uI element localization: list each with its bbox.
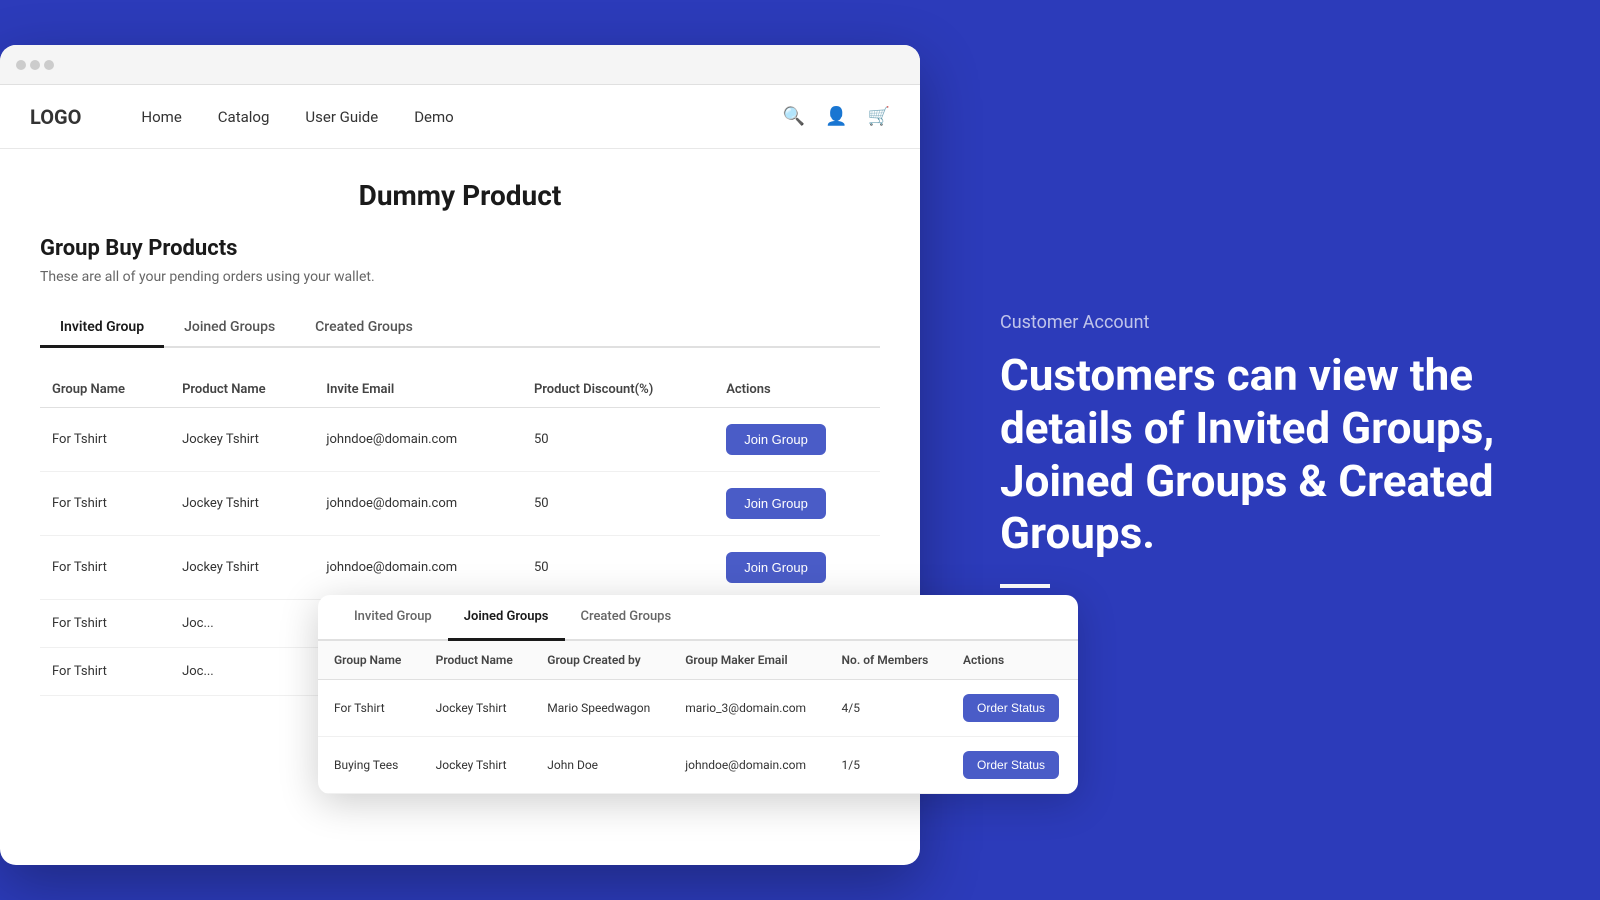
cell-discount: 50 [522,408,714,472]
join-group-button-2[interactable]: Join Group [726,488,826,519]
cell-action: Join Group [714,472,880,536]
right-panel-subtitle: Customer Account [1000,312,1540,333]
join-group-button-3[interactable]: Join Group [726,552,826,583]
nav-links: Home Catalog User Guide Demo [141,108,782,126]
joined-groups-table: Group Name Product Name Group Created by… [318,641,1078,794]
overlay-cell-maker-email: johndoe@domain.com [669,737,825,794]
browser-bar [0,45,920,85]
cell-email: johndoe@domain.com [314,472,522,536]
section-title: Group Buy Products [40,236,880,261]
search-icon[interactable]: 🔍 [783,106,805,127]
cell-product-name: Jockey Tshirt [170,536,314,600]
overlay-col-group-name: Group Name [318,641,420,680]
cell-group-name: For Tshirt [40,536,170,600]
cell-action: Join Group [714,536,880,600]
right-panel-divider [1000,584,1050,588]
cell-product-name: Jockey Tshirt [170,472,314,536]
cell-email: johndoe@domain.com [314,408,522,472]
cell-discount: 50 [522,536,714,600]
col-actions: Actions [714,372,880,408]
cell-group-name: For Tshirt [40,472,170,536]
overlay-col-actions: Actions [947,641,1078,680]
overlay-tab-created-groups[interactable]: Created Groups [565,595,688,641]
cart-icon[interactable]: 🛒 [868,106,890,127]
cell-group-name: For Tshirt [40,600,170,648]
overlay-cell-group-name: Buying Tees [318,737,420,794]
cell-product-name: Joc... [170,600,314,648]
overlay-cell-action: Order Status [947,737,1078,794]
table-row: For Tshirt Jockey Tshirt johndoe@domain.… [40,408,880,472]
overlay-cell-group-name: For Tshirt [318,680,420,737]
overlay-tabs: Invited Group Joined Groups Created Grou… [318,595,1078,641]
cell-product-name: Jockey Tshirt [170,408,314,472]
col-invite-email: Invite Email [314,372,522,408]
browser-dot-1 [16,60,26,70]
cell-group-name: For Tshirt [40,648,170,696]
overlay-tab-invited-group[interactable]: Invited Group [338,595,448,641]
nav-icons: 🔍 👤 🛒 [783,106,890,127]
overlay-table-row: For Tshirt Jockey Tshirt Mario Speedwago… [318,680,1078,737]
col-group-name: Group Name [40,372,170,408]
cell-action: Join Group [714,408,880,472]
cell-discount: 50 [522,472,714,536]
right-panel-main-text: Customers can view the details of Invite… [1000,349,1540,560]
table-row: For Tshirt Jockey Tshirt johndoe@domain.… [40,536,880,600]
cell-email: johndoe@domain.com [314,536,522,600]
overlay-cell-created-by: John Doe [531,737,669,794]
overlay-col-created-by: Group Created by [531,641,669,680]
overlay-cell-members: 4/5 [826,680,947,737]
shop-logo: LOGO [30,105,81,129]
tab-created-groups[interactable]: Created Groups [295,309,433,348]
user-icon[interactable]: 👤 [825,106,847,127]
page-title: Dummy Product [40,179,880,212]
overlay-table-row: Buying Tees Jockey Tshirt John Doe johnd… [318,737,1078,794]
shop-nav: LOGO Home Catalog User Guide Demo 🔍 👤 🛒 [0,85,920,149]
overlay-cell-members: 1/5 [826,737,947,794]
order-status-button-1[interactable]: Order Status [963,694,1059,722]
nav-link-user-guide[interactable]: User Guide [305,108,378,126]
nav-link-catalog[interactable]: Catalog [218,108,270,126]
col-product-name: Product Name [170,372,314,408]
overlay-cell-product-name: Jockey Tshirt [420,680,532,737]
join-group-button-1[interactable]: Join Group [726,424,826,455]
overlay-cell-action: Order Status [947,680,1078,737]
overlay-tab-joined-groups[interactable]: Joined Groups [448,595,565,641]
cell-group-name: For Tshirt [40,408,170,472]
overlay-col-product-name: Product Name [420,641,532,680]
overlay-cell-maker-email: mario_3@domain.com [669,680,825,737]
table-row: For Tshirt Jockey Tshirt johndoe@domain.… [40,472,880,536]
section-subtitle: These are all of your pending orders usi… [40,269,880,285]
overlay-cell-product-name: Jockey Tshirt [420,737,532,794]
tab-invited-group[interactable]: Invited Group [40,309,164,348]
order-status-button-2[interactable]: Order Status [963,751,1059,779]
overlay-col-members: No. of Members [826,641,947,680]
tab-joined-groups[interactable]: Joined Groups [164,309,295,348]
browser-dot-2 [30,60,40,70]
cell-product-name: Joc... [170,648,314,696]
col-discount: Product Discount(%) [522,372,714,408]
nav-link-home[interactable]: Home [141,108,181,126]
browser-dot-3 [44,60,54,70]
overlay-cell-created-by: Mario Speedwagon [531,680,669,737]
overlay-col-maker-email: Group Maker Email [669,641,825,680]
nav-link-demo[interactable]: Demo [414,108,454,126]
overlay-card: Invited Group Joined Groups Created Grou… [318,595,1078,794]
tabs-bar: Invited Group Joined Groups Created Grou… [40,309,880,348]
